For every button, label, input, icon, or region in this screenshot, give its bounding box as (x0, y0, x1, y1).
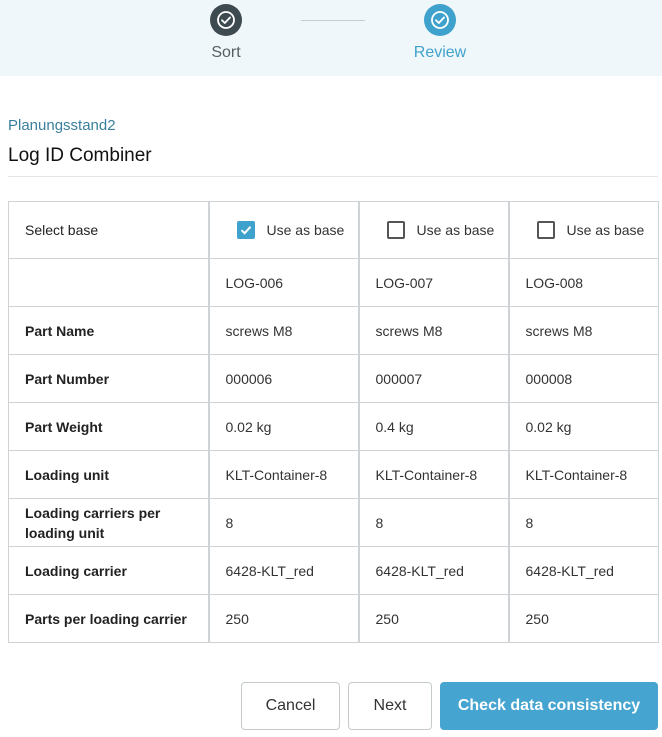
table-row: Select base Use as base Use as base Use … (8, 201, 659, 259)
use-as-base-label: Use as base (266, 222, 345, 238)
table-cell: 250 (507, 594, 659, 643)
combiner-table: Select base Use as base Use as base Use … (8, 201, 659, 643)
use-as-base-checkbox-log-006[interactable] (236, 221, 255, 239)
table-row: Loading carrier 6428-KLT_red 6428-KLT_re… (8, 546, 659, 595)
table-cell: 8 (357, 498, 509, 547)
base-select-cell: Use as base (207, 201, 359, 259)
use-as-base-label: Use as base (566, 222, 645, 238)
step-label: Review (413, 44, 467, 61)
select-base-label: Select base (8, 201, 209, 259)
next-button[interactable]: Next (348, 682, 432, 730)
log-id-cell: LOG-008 (507, 258, 659, 307)
table-cell: 000008 (507, 354, 659, 403)
cancel-button[interactable]: Cancel (241, 682, 340, 730)
step-sort[interactable]: Sort (166, 4, 286, 62)
table-cell: 6428-KLT_red (207, 546, 359, 595)
use-as-base-checkbox-log-007[interactable] (386, 221, 405, 239)
base-select-cell: Use as base (507, 201, 659, 259)
table-cell: 8 (507, 498, 659, 547)
check-data-consistency-button[interactable]: Check data consistency (440, 682, 658, 730)
table-cell: 000006 (207, 354, 359, 403)
table-cell: KLT-Container-8 (207, 450, 359, 499)
table-cell: 6428-KLT_red (357, 546, 509, 595)
table-cell: 0.02 kg (207, 402, 359, 451)
row-header: Loading carrier (8, 546, 209, 595)
table-row: LOG-006 LOG-007 LOG-008 (8, 258, 659, 307)
table-cell: 000007 (357, 354, 509, 403)
use-as-base-checkbox-log-008[interactable] (536, 221, 555, 239)
table-cell: 0.02 kg (507, 402, 659, 451)
base-select-cell: Use as base (357, 201, 509, 259)
table-cell: screws M8 (207, 306, 359, 355)
table-cell: 250 (357, 594, 509, 643)
table-row: Part Weight 0.02 kg 0.4 kg 0.02 kg (8, 402, 659, 451)
step-label: Sort (211, 44, 241, 61)
table-cell: 0.4 kg (357, 402, 509, 451)
row-header: Loading unit (8, 450, 209, 499)
table-cell: 6428-KLT_red (507, 546, 659, 595)
log-id-cell: LOG-006 (207, 258, 359, 307)
step-connector (301, 20, 365, 21)
table-cell: 250 (207, 594, 359, 643)
table-cell: KLT-Container-8 (357, 450, 509, 499)
check-circle-icon (210, 4, 242, 36)
title-divider (8, 176, 658, 177)
stepper: Sort Review (0, 0, 662, 76)
breadcrumb[interactable]: Planungsstand2 (8, 117, 116, 134)
use-as-base-label: Use as base (416, 222, 495, 238)
table-cell: screws M8 (507, 306, 659, 355)
row-header: Part Weight (8, 402, 209, 451)
table-cell: screws M8 (357, 306, 509, 355)
row-header: Part Number (8, 354, 209, 403)
table-cell: KLT-Container-8 (507, 450, 659, 499)
table-row: Loading carriers per loading unit 8 8 8 (8, 498, 659, 547)
log-id-cell: LOG-007 (357, 258, 509, 307)
empty-header-cell (8, 258, 209, 307)
row-header: Part Name (8, 306, 209, 355)
table-row: Part Name screws M8 screws M8 screws M8 (8, 306, 659, 355)
table-row: Loading unit KLT-Container-8 KLT-Contain… (8, 450, 659, 499)
table-row: Parts per loading carrier 250 250 250 (8, 594, 659, 643)
page-title: Log ID Combiner (8, 145, 152, 166)
row-header: Parts per loading carrier (8, 594, 209, 643)
table-row: Part Number 000006 000007 000008 (8, 354, 659, 403)
table-cell: 8 (207, 498, 359, 547)
row-header: Loading carriers per loading unit (8, 498, 209, 547)
step-review[interactable]: Review (380, 4, 500, 62)
check-circle-icon (424, 4, 456, 36)
